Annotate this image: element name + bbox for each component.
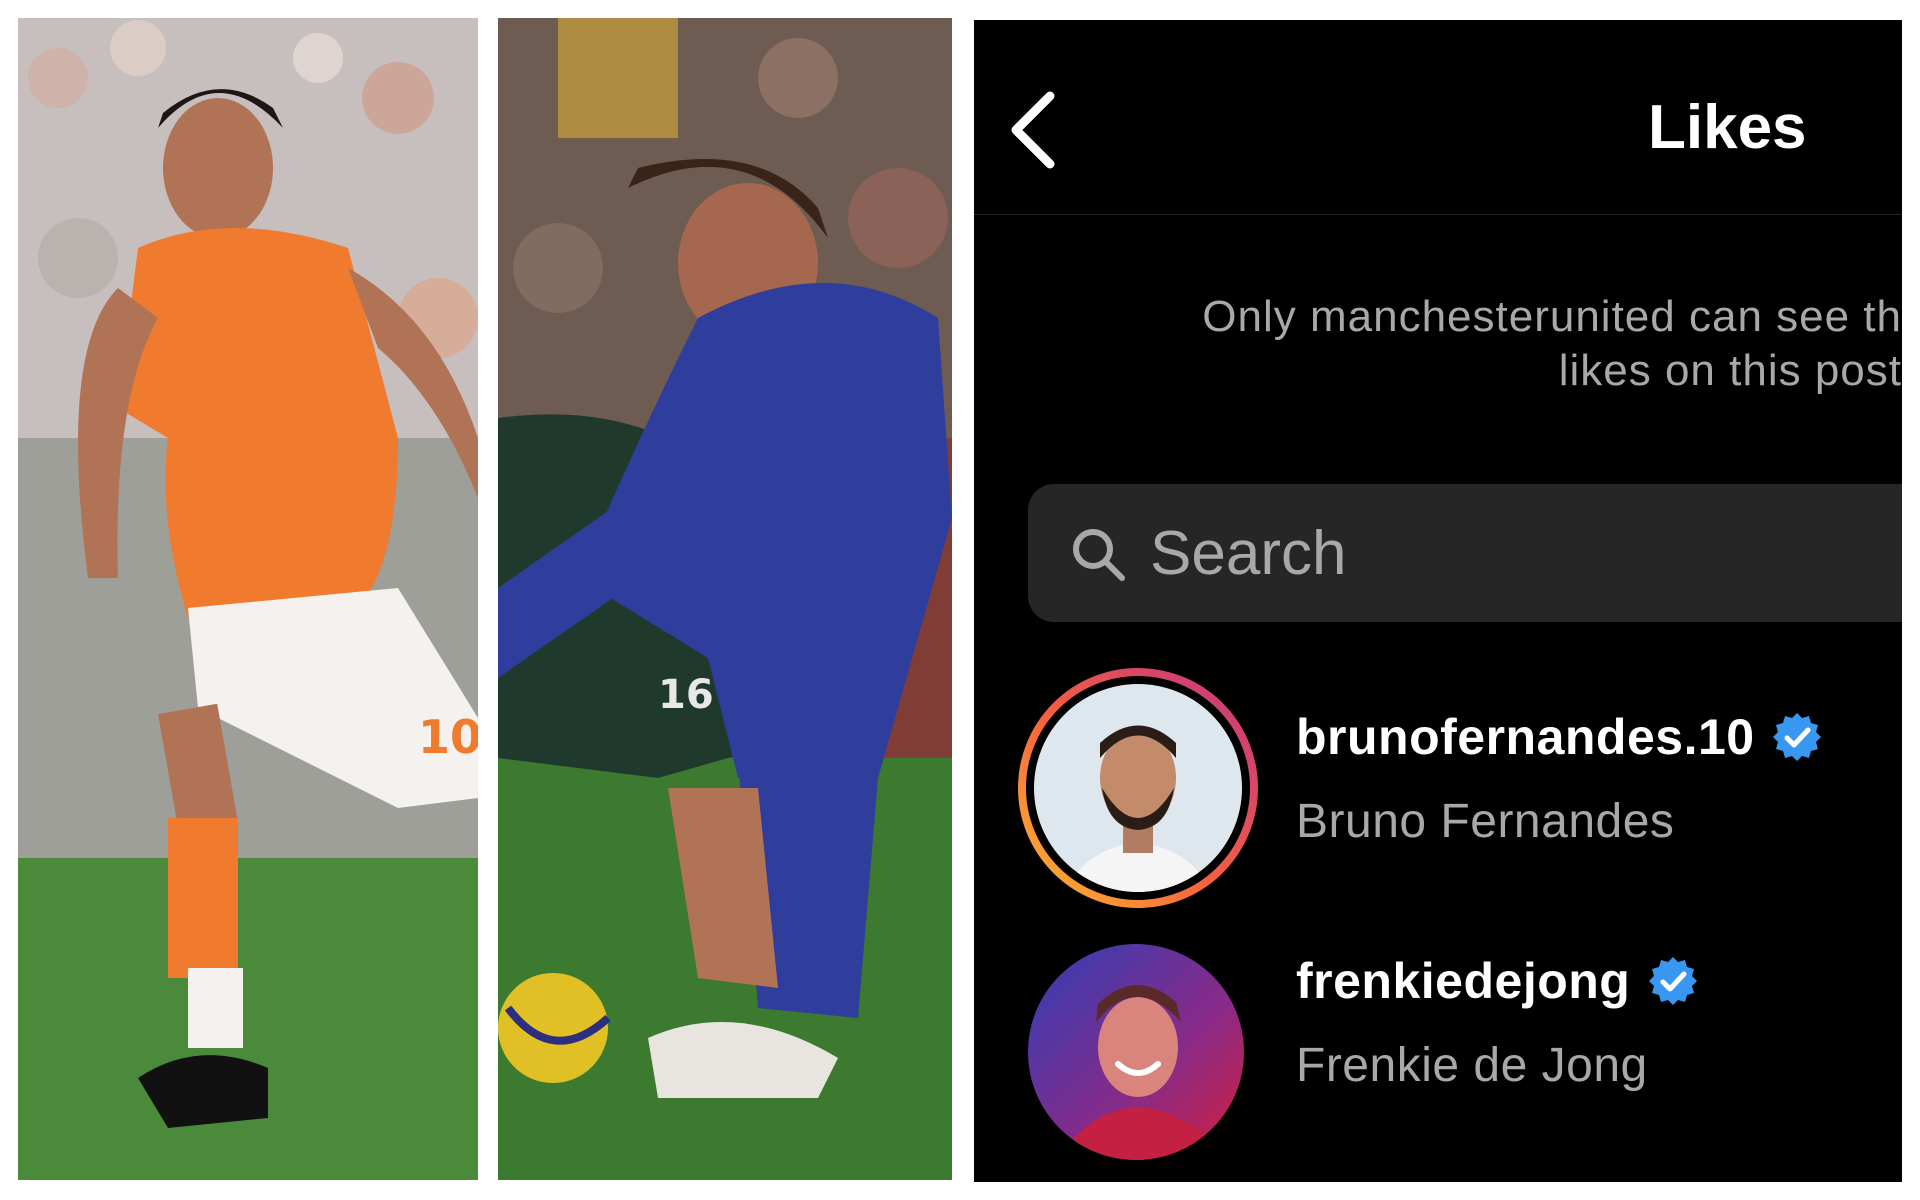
svg-text:16: 16	[658, 672, 714, 718]
privacy-notice-line-1: Only manchesterunited can see th	[1202, 292, 1902, 341]
verified-badge-icon	[1771, 711, 1823, 763]
header-bar: Likes	[974, 20, 1902, 215]
avatar[interactable]	[1018, 668, 1258, 908]
collage: 10 allsport 16	[0, 0, 1920, 1200]
list-item[interactable]: brunofernandes.10 Bruno Fernandes	[974, 668, 1902, 908]
privacy-notice: Only manchesterunited can see th likes o…	[1022, 290, 1902, 398]
avatar[interactable]	[1026, 942, 1246, 1162]
photo-orange-kit-player: 10	[18, 18, 478, 1180]
search-input[interactable]	[1150, 510, 1850, 596]
photo-blue-kit-player: allsport 16	[498, 18, 952, 1180]
search-bar[interactable]	[1028, 484, 1902, 622]
page-title: Likes	[1648, 93, 1807, 162]
full-name: Bruno Fernandes	[1296, 795, 1675, 848]
svg-text:10: 10	[418, 710, 478, 764]
username-line: frenkiedejong	[1296, 952, 1699, 1010]
username[interactable]: frenkiedejong	[1296, 953, 1630, 1009]
likes-screen: Likes Only manchesterunited can see th l…	[974, 20, 1902, 1182]
privacy-notice-line-2: likes on this post	[1558, 346, 1902, 395]
username[interactable]: brunofernandes.10	[1296, 709, 1755, 765]
full-name: Frenkie de Jong	[1296, 1039, 1648, 1092]
search-icon	[1068, 524, 1128, 584]
verified-badge-icon	[1647, 955, 1699, 1007]
chevron-left-icon[interactable]	[1004, 88, 1064, 172]
list-item[interactable]: frenkiedejong Frenkie de Jong	[974, 942, 1902, 1182]
username-line: brunofernandes.10	[1296, 708, 1823, 766]
